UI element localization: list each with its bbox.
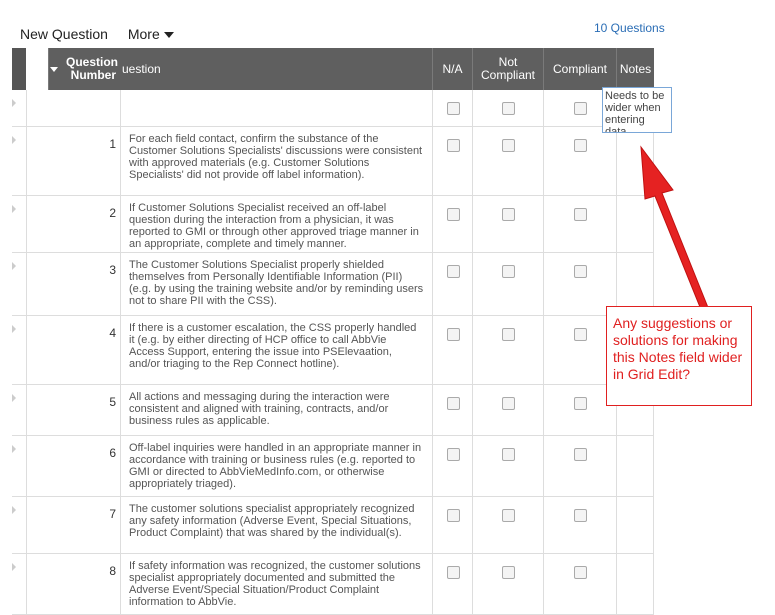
annotation-callout: Any suggestions or solutions for making …: [606, 306, 752, 406]
annotation-arrow: [640, 145, 710, 313]
